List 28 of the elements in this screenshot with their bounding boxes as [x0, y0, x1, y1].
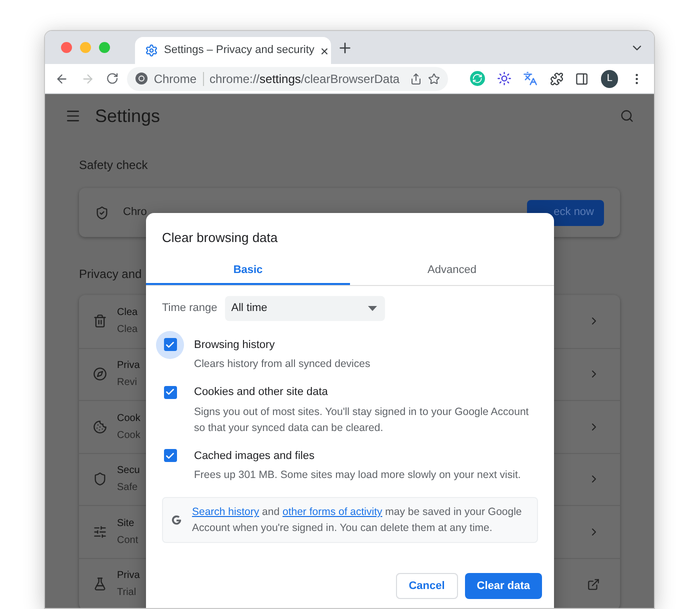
- page-title: Settings: [95, 104, 160, 128]
- row-title: Secu: [117, 464, 140, 478]
- row-title: Clea: [117, 306, 138, 320]
- site-origin: Chrome: [154, 70, 196, 88]
- option-title: Browsing history: [194, 338, 276, 352]
- row-subtitle: Trial: [117, 586, 138, 600]
- dialog-title: Clear browsing data: [161, 229, 279, 247]
- time-range-label: Time range: [162, 300, 218, 316]
- url-text: chrome://settings/clearBrowserData: [210, 70, 400, 88]
- row-subtitle: Revi: [117, 376, 138, 390]
- row-subtitle: Safe: [117, 481, 139, 496]
- option-description: Clears history from all synced devices: [194, 357, 370, 372]
- row-subtitle: Cont: [117, 534, 138, 548]
- option-description: Frees up 301 MB. Some sites may load more slowly on your next visit.: [194, 468, 521, 483]
- section-heading: Safety check: [79, 157, 149, 174]
- section-heading: Privacy and: [79, 266, 142, 283]
- tab-title: Settings – Privacy and security: [164, 43, 314, 58]
- row-title: Priva: [117, 569, 140, 584]
- option-description: Signs you out of most sites. You'll stay signed in to your Google Account so that your synced data can be cleared.: [194, 404, 530, 436]
- safety-check-text: Chro: [123, 205, 147, 220]
- notice-text: Search history and other forms of activity may be saved in your Google Account when you're signed in. You can delete them at any time.: [192, 505, 523, 536]
- option-title: Cookies and other site data: [194, 385, 329, 400]
- row-title: Cook: [117, 412, 140, 426]
- row-subtitle: Cook: [117, 428, 140, 443]
- row-subtitle: Clea: [117, 323, 138, 338]
- row-title: Site: [117, 516, 136, 531]
- row-title: Priva: [117, 359, 140, 374]
- option-title: Cached images and files: [194, 448, 316, 464]
